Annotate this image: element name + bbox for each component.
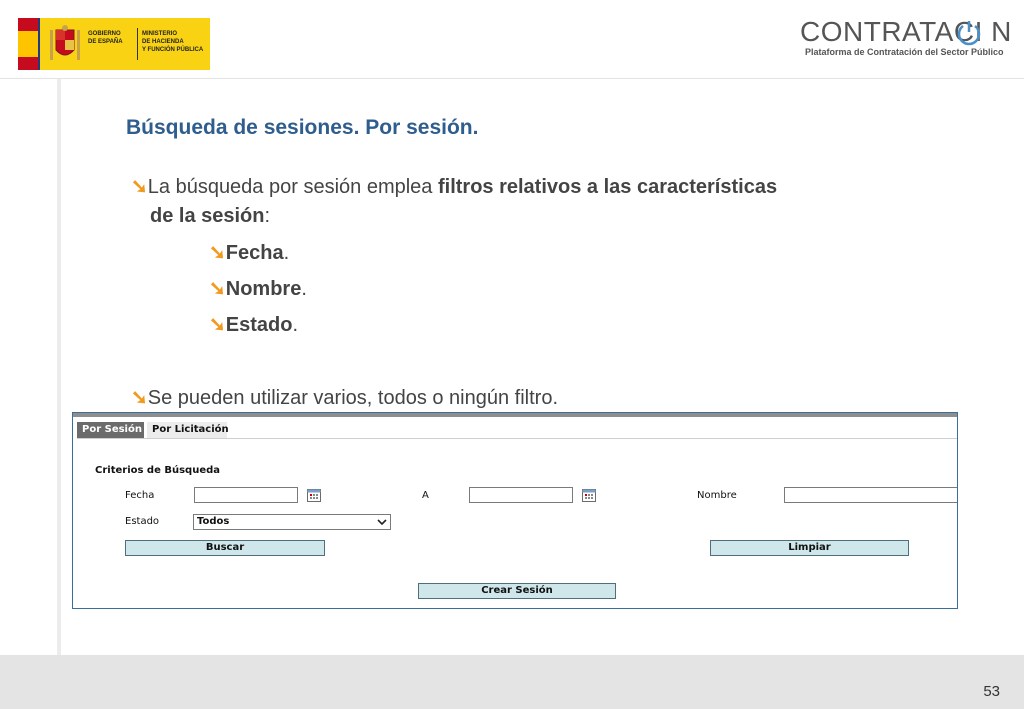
brand-subtitle: Plataforma de Contratación del Sector Pú… bbox=[805, 47, 1004, 57]
page-number: 53 bbox=[983, 683, 1000, 700]
chevron-down-icon bbox=[377, 519, 387, 526]
tab-por-sesion[interactable]: Por Sesión bbox=[77, 422, 144, 438]
limpiar-button[interactable]: Limpiar bbox=[710, 540, 909, 556]
criteria-title: Criterios de Búsqueda bbox=[95, 465, 221, 476]
fecha-label: Fecha bbox=[125, 490, 155, 501]
crear-sesion-button[interactable]: Crear Sesión bbox=[418, 583, 616, 599]
power-icon bbox=[957, 21, 981, 46]
arrow-bullet-icon: ➘ bbox=[131, 176, 148, 198]
spain-flag-stripe bbox=[18, 18, 38, 70]
sub-item-fecha: ➘Fecha. bbox=[209, 242, 290, 264]
estado-label: Estado bbox=[125, 516, 160, 527]
calendar-icon[interactable] bbox=[307, 489, 321, 502]
estado-select[interactable]: Todos bbox=[193, 514, 391, 530]
arrow-bullet-icon: ➘ bbox=[209, 278, 226, 300]
gov-logo-text-2: MINISTERIO DE HACIENDA Y FUNCIÓN PÚBLICA bbox=[142, 31, 204, 53]
contratacion-logo: CONTRATACI N Plataforma de Contratación … bbox=[800, 16, 1015, 66]
tab-por-licitacion[interactable]: Por Licitación bbox=[147, 422, 229, 438]
nombre-input[interactable] bbox=[784, 487, 957, 503]
gov-logo-text-1: GOBIERNO DE ESPAÑA bbox=[88, 31, 123, 45]
slide-header: GOBIERNO DE ESPAÑA MINISTERIO DE HACIEND… bbox=[0, 0, 1024, 78]
arrow-bullet-icon: ➘ bbox=[209, 242, 226, 264]
left-margin-line bbox=[57, 79, 61, 655]
calendar-icon[interactable] bbox=[582, 489, 596, 502]
tab-divider bbox=[77, 438, 957, 439]
nombre-label: Nombre bbox=[697, 490, 737, 501]
government-logo: GOBIERNO DE ESPAÑA MINISTERIO DE HACIEND… bbox=[18, 18, 210, 70]
sub-item-estado: ➘Estado. bbox=[209, 314, 299, 336]
search-form-screenshot: Por Sesión Por Licitación Criterios de B… bbox=[72, 412, 958, 609]
fecha-to-input[interactable] bbox=[469, 487, 573, 503]
fecha-from-input[interactable] bbox=[194, 487, 298, 503]
arrow-bullet-icon: ➘ bbox=[131, 387, 148, 409]
estado-selected-value: Todos bbox=[197, 516, 230, 527]
sub-item-nombre: ➘Nombre. bbox=[209, 278, 307, 300]
arrow-bullet-icon: ➘ bbox=[209, 314, 226, 336]
slide-footer: 53 bbox=[0, 655, 1024, 709]
bullet-1: ➘La búsqueda por sesión emplea filtros r… bbox=[131, 176, 778, 227]
bullet-2: ➘Se pueden utilizar varios, todos o ning… bbox=[131, 387, 559, 409]
coat-of-arms-icon bbox=[50, 25, 80, 60]
buscar-button[interactable]: Buscar bbox=[125, 540, 325, 556]
a-label: A bbox=[422, 490, 429, 501]
form-top-bar bbox=[73, 413, 957, 417]
header-divider bbox=[0, 78, 1024, 79]
slide-title: Búsqueda de sesiones. Por sesión. bbox=[126, 116, 479, 139]
